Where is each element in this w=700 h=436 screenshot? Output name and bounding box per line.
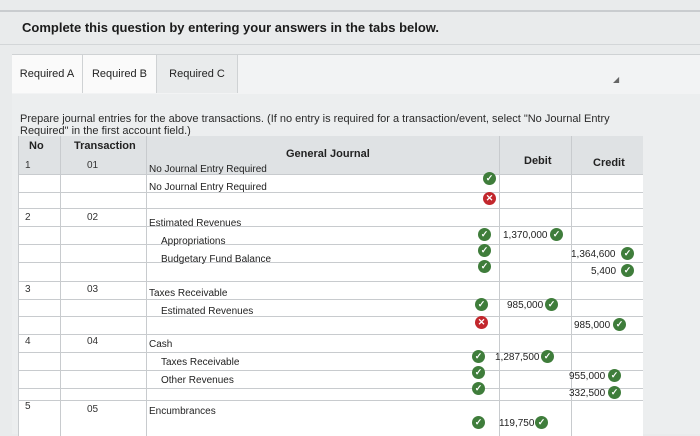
tab-required-a[interactable]: Required A — [12, 55, 83, 93]
account-field[interactable]: Taxes Receivable — [161, 357, 239, 368]
debit-amount[interactable]: 119,750 — [499, 418, 534, 429]
col-divider — [60, 136, 61, 436]
check-icon: ✓ — [483, 172, 496, 185]
credit-amount[interactable]: 332,500 — [569, 388, 605, 399]
error-icon: ✕ — [475, 316, 488, 329]
col-divider — [146, 136, 147, 436]
header-no: No — [29, 140, 44, 152]
account-field[interactable]: Budgetary Fund Balance — [161, 254, 271, 265]
instruction-text: Complete this question by entering your … — [22, 20, 440, 35]
account-field[interactable]: No Journal Entry Required — [149, 182, 267, 193]
account-field[interactable]: Estimated Revenues — [161, 306, 253, 317]
credit-amount[interactable]: 955,000 — [569, 371, 605, 382]
top-divider — [0, 10, 700, 12]
check-icon: ✓ — [535, 416, 548, 429]
header-debit: Debit — [524, 155, 552, 167]
row-number: 5 — [25, 401, 31, 412]
tab-required-c[interactable]: Required C — [157, 55, 238, 93]
row-divider — [19, 208, 643, 209]
transaction-id: 05 — [87, 404, 99, 415]
row-divider — [19, 226, 643, 227]
row-divider — [19, 192, 643, 193]
check-icon: ✓ — [621, 264, 634, 277]
account-field[interactable]: Other Revenues — [161, 375, 234, 386]
prompt-text: Prepare journal entries for the above tr… — [20, 113, 610, 137]
tab-strip: Required A Required B Required C ◢ — [12, 54, 700, 95]
account-field[interactable]: No Journal Entry Required — [149, 164, 267, 175]
row-divider — [19, 262, 643, 263]
debit-amount[interactable]: 1,287,500 — [495, 352, 540, 363]
account-field[interactable]: Estimated Revenues — [149, 218, 241, 229]
row-divider — [19, 388, 643, 389]
account-field[interactable]: Encumbrances — [149, 406, 216, 417]
tab-label: Required C — [169, 68, 225, 80]
tab-required-b[interactable]: Required B — [83, 55, 157, 93]
check-icon: ✓ — [545, 298, 558, 311]
check-icon: ✓ — [550, 228, 563, 241]
check-icon: ✓ — [608, 369, 621, 382]
caret-icon: ◢ — [613, 75, 620, 84]
row-divider — [19, 281, 643, 282]
transaction-id: 04 — [87, 336, 99, 347]
check-icon: ✓ — [478, 244, 491, 257]
debit-amount[interactable]: 1,370,000 — [503, 230, 548, 241]
account-field[interactable]: Cash — [149, 339, 172, 350]
row-number: 2 — [25, 212, 31, 223]
account-field[interactable]: Taxes Receivable — [149, 288, 227, 299]
row-divider — [19, 316, 643, 317]
debit-amount[interactable]: 985,000 — [507, 300, 543, 311]
header-credit: Credit — [593, 157, 625, 169]
transaction-id: 03 — [87, 284, 99, 295]
check-icon: ✓ — [475, 298, 488, 311]
check-icon: ✓ — [621, 247, 634, 260]
credit-amount[interactable]: 985,000 — [574, 320, 610, 331]
header-transaction: Transaction — [74, 140, 136, 152]
header-general-journal: General Journal — [286, 148, 370, 160]
credit-amount[interactable]: 5,400 — [591, 266, 616, 277]
credit-amount[interactable]: 1,364,600 — [571, 249, 616, 260]
tab-label: Required A — [19, 68, 75, 80]
row-divider — [19, 334, 643, 335]
row-divider — [19, 370, 643, 371]
account-field[interactable]: Appropriations — [161, 236, 225, 247]
row-divider — [19, 174, 643, 175]
check-icon: ✓ — [472, 382, 485, 395]
row-divider — [19, 244, 643, 245]
check-icon: ✓ — [478, 260, 491, 273]
row-number: 4 — [25, 336, 31, 347]
row-number: 1 — [25, 160, 31, 171]
row-number: 3 — [25, 284, 31, 295]
col-divider — [499, 136, 500, 436]
check-icon: ✓ — [608, 386, 621, 399]
instruction-divider — [0, 44, 700, 45]
check-icon: ✓ — [472, 350, 485, 363]
check-icon: ✓ — [478, 228, 491, 241]
journal-table: No Transaction General Journal Debit Cre… — [18, 136, 643, 436]
transaction-id: 02 — [87, 212, 99, 223]
tab-label: Required B — [91, 68, 148, 80]
row-divider — [19, 400, 643, 401]
error-icon: ✕ — [483, 192, 496, 205]
transaction-id: 01 — [87, 160, 99, 171]
check-icon: ✓ — [541, 350, 554, 363]
check-icon: ✓ — [613, 318, 626, 331]
check-icon: ✓ — [472, 366, 485, 379]
check-icon: ✓ — [472, 416, 485, 429]
